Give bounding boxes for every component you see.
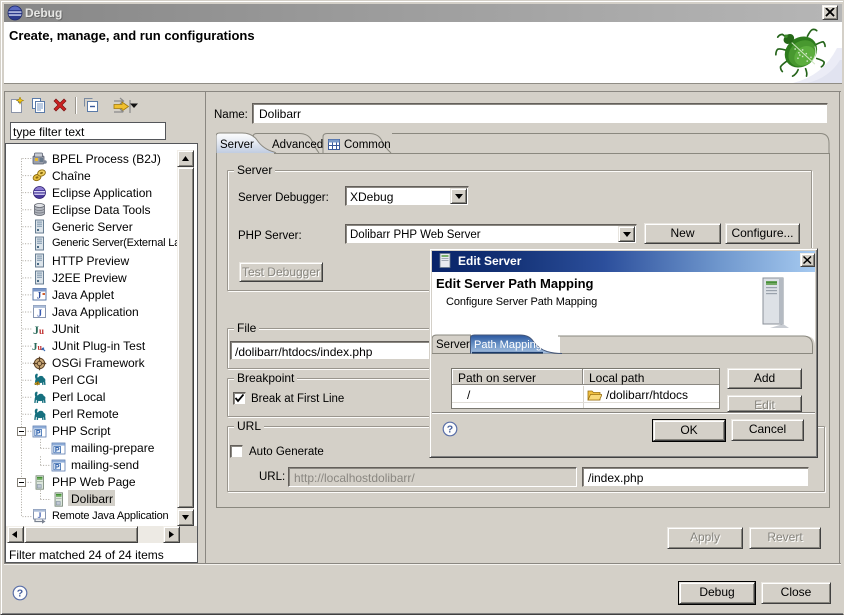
svg-text:u: u xyxy=(38,343,43,352)
svg-text:J: J xyxy=(37,291,42,301)
svg-text:?: ? xyxy=(17,588,23,600)
svg-text:u: u xyxy=(39,326,44,336)
svg-text:J: J xyxy=(38,511,42,520)
svg-text:P: P xyxy=(55,464,60,471)
svg-text:J: J xyxy=(37,308,42,319)
svg-text:?: ? xyxy=(447,424,453,436)
svg-text:P: P xyxy=(55,447,60,454)
svg-text:P: P xyxy=(36,430,41,437)
